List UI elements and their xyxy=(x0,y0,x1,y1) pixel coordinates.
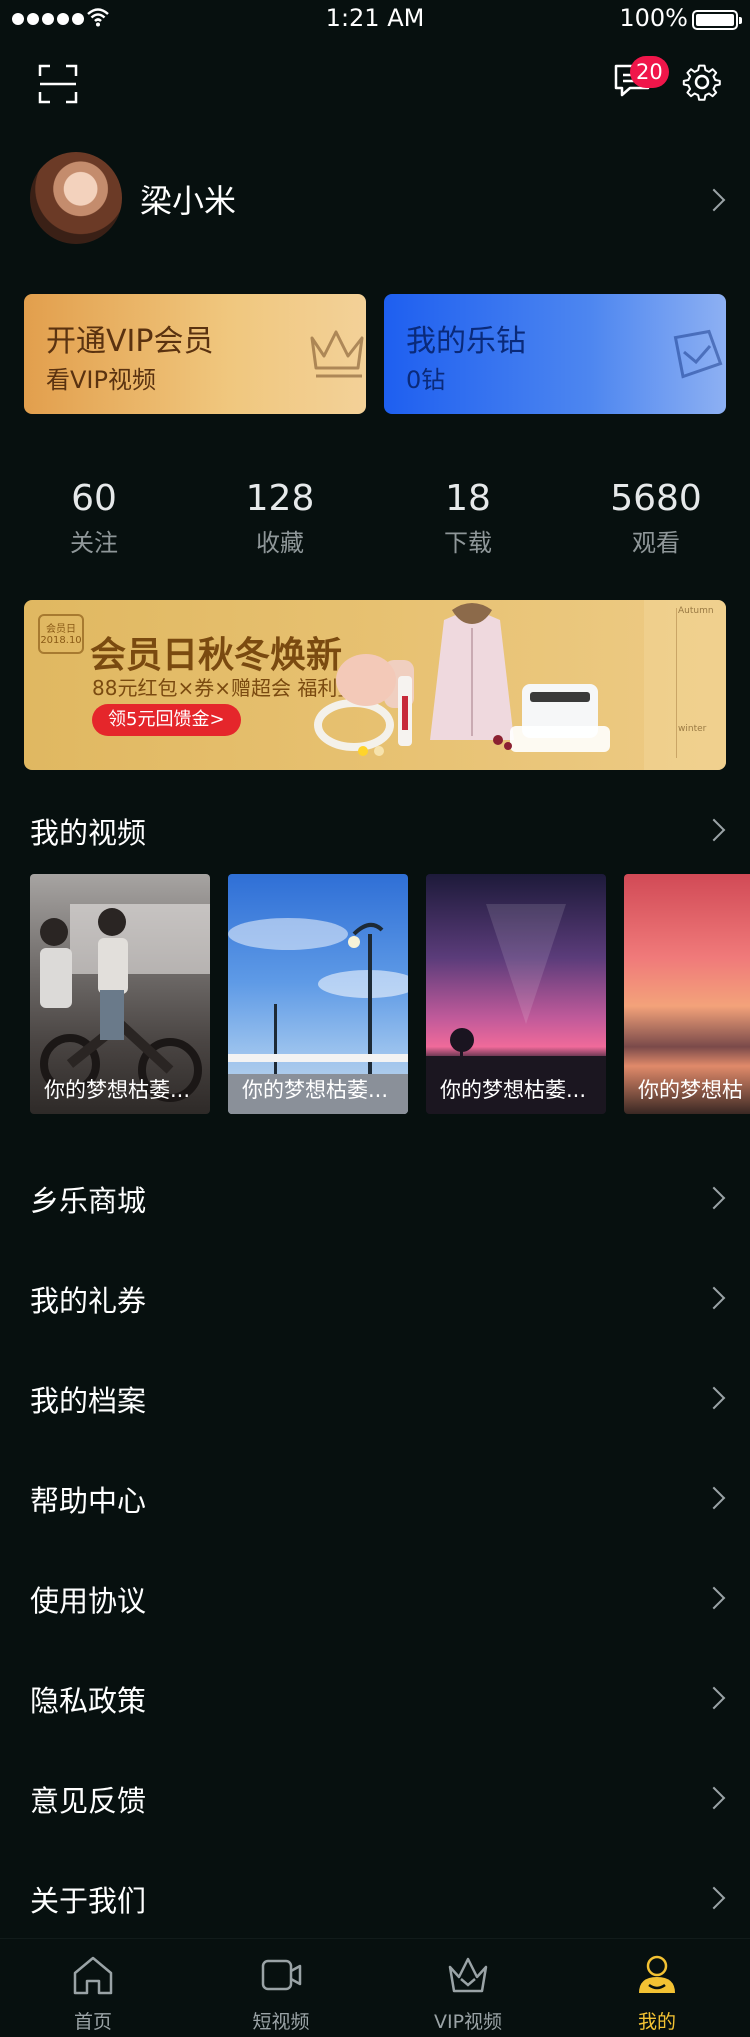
vip-card-subtitle: 看VIP视频 xyxy=(46,366,156,394)
menu-item-mall[interactable]: 乡乐商城 xyxy=(0,1148,750,1248)
stat-label: 观看 xyxy=(632,529,680,557)
menu-item-label: 帮助中心 xyxy=(30,1484,147,1518)
username: 梁小米 xyxy=(140,182,237,220)
video-thumbnail[interactable]: 你的梦想枯萎... xyxy=(228,874,408,1114)
menu-item-label: 隐私政策 xyxy=(30,1684,147,1718)
pagination-dot-active[interactable] xyxy=(358,746,368,756)
video-camera-icon xyxy=(261,1959,302,1991)
video-caption: 你的梦想枯萎... xyxy=(242,1078,389,1102)
banner-title: 会员日秋冬焕新 xyxy=(90,635,343,676)
chevron-right-icon xyxy=(702,1586,726,1610)
tab-mine[interactable]: 我的 xyxy=(592,1953,722,2034)
stat-favorites[interactable]: 128 收藏 xyxy=(186,478,374,558)
chevron-right-icon xyxy=(702,1486,726,1510)
menu-item-label: 使用协议 xyxy=(30,1584,147,1618)
banner-pagination xyxy=(358,746,384,756)
menu-item-about-us[interactable]: 关于我们 xyxy=(0,1848,750,1948)
tab-label: 短视频 xyxy=(252,2011,310,2033)
stat-downloads[interactable]: 18 下载 xyxy=(374,478,562,558)
tab-short-video[interactable]: 短视频 xyxy=(216,1953,346,2034)
chevron-right-icon xyxy=(702,1286,726,1310)
menu-item-label: 我的礼券 xyxy=(30,1284,147,1318)
crown-icon xyxy=(448,1957,488,1993)
video-thumbnail[interactable]: 你的梦想枯萎... xyxy=(426,874,606,1114)
crown-icon xyxy=(310,330,364,378)
chevron-right-icon xyxy=(702,188,726,212)
badge-line: 会员日 xyxy=(46,624,76,635)
tab-label: VIP视频 xyxy=(433,2011,503,2033)
chevron-right-icon xyxy=(702,1686,726,1710)
member-day-badge: 会员日 2018.10 xyxy=(38,614,84,654)
stat-value: 60 xyxy=(71,478,117,519)
menu-item-profile-archive[interactable]: 我的档案 xyxy=(0,1348,750,1448)
my-diamond-card[interactable]: 我的乐钻 0钻 xyxy=(384,294,726,414)
diamond-card-subtitle: 0钻 xyxy=(406,366,446,394)
stat-watched[interactable]: 5680 观看 xyxy=(562,478,750,558)
menu-item-privacy-policy[interactable]: 隐私政策 xyxy=(0,1648,750,1748)
claim-bonus-button[interactable]: 领5元回馈金> xyxy=(92,704,241,736)
user-icon xyxy=(639,1955,675,1993)
chevron-right-icon[interactable] xyxy=(702,818,726,842)
video-caption: 你的梦想枯 xyxy=(638,1078,743,1102)
video-caption: 你的梦想枯萎... xyxy=(44,1078,191,1102)
my-videos-title[interactable]: 我的视频 xyxy=(30,810,146,852)
menu-item-user-agreement[interactable]: 使用协议 xyxy=(0,1548,750,1648)
chevron-right-icon xyxy=(702,1786,726,1810)
diamond-card-title: 我的乐钻 xyxy=(406,324,526,359)
tab-vip-video[interactable]: VIP视频 xyxy=(403,1953,533,2034)
bottom-tab-bar: 首页 短视频 VIP视频 我的 xyxy=(0,1938,750,2037)
tab-home[interactable]: 首页 xyxy=(28,1953,158,2034)
vip-card-title: 开通VIP会员 xyxy=(46,324,214,359)
chevron-right-icon xyxy=(702,1886,726,1910)
profile-row[interactable]: 梁小米 xyxy=(0,140,750,260)
product-illustration xyxy=(314,600,726,770)
message-badge: 20 xyxy=(630,56,669,88)
menu-item-feedback[interactable]: 意见反馈 xyxy=(0,1748,750,1848)
promo-banner[interactable]: 会员日 2018.10 会员日秋冬焕新 88元红包×券×赠超会 福利叠加 领5元… xyxy=(24,600,726,770)
diamond-icon xyxy=(673,329,723,379)
stat-value: 18 xyxy=(445,478,491,519)
menu-item-label: 意见反馈 xyxy=(30,1784,147,1818)
tab-label: 首页 xyxy=(73,2011,112,2033)
video-thumbnail[interactable]: 你的梦想枯 xyxy=(624,874,750,1114)
menu-item-label: 乡乐商城 xyxy=(30,1184,147,1218)
status-bar: 1:21 AM 100% xyxy=(0,0,750,40)
pagination-dot[interactable] xyxy=(374,746,384,756)
stat-following[interactable]: 60 关注 xyxy=(0,478,188,558)
home-icon xyxy=(73,1956,113,1995)
scan-icon[interactable] xyxy=(38,64,78,104)
badge-line: 2018.10 xyxy=(40,635,82,646)
video-caption: 你的梦想枯萎... xyxy=(440,1078,587,1102)
avatar[interactable] xyxy=(30,152,122,244)
stat-label: 收藏 xyxy=(256,529,304,557)
menu-item-help-center[interactable]: 帮助中心 xyxy=(0,1448,750,1548)
chevron-right-icon xyxy=(702,1186,726,1210)
banner-side-text: winter xyxy=(678,724,707,734)
menu-item-label: 我的档案 xyxy=(30,1384,147,1418)
banner-side-text: Autumn xyxy=(678,606,714,616)
stat-value: 5680 xyxy=(610,478,702,519)
video-thumbnail[interactable]: 你的梦想枯萎... xyxy=(30,874,210,1114)
stat-value: 128 xyxy=(245,478,315,519)
vip-membership-card[interactable]: 开通VIP会员 看VIP视频 xyxy=(24,294,366,414)
tab-label: 我的 xyxy=(637,2011,676,2033)
battery-percent: 100% xyxy=(619,4,688,32)
my-profile-page: 1:21 AM 100% 20 梁小米 开通VIP会员 看VIP视频 我的乐钻 … xyxy=(0,0,750,2037)
menu-item-coupons[interactable]: 我的礼券 xyxy=(0,1248,750,1348)
stat-label: 关注 xyxy=(70,529,118,557)
stat-label: 下载 xyxy=(444,529,492,557)
chevron-right-icon xyxy=(702,1386,726,1410)
menu-item-label: 关于我们 xyxy=(30,1884,147,1918)
battery-icon xyxy=(692,10,742,30)
gear-icon[interactable] xyxy=(682,62,722,102)
